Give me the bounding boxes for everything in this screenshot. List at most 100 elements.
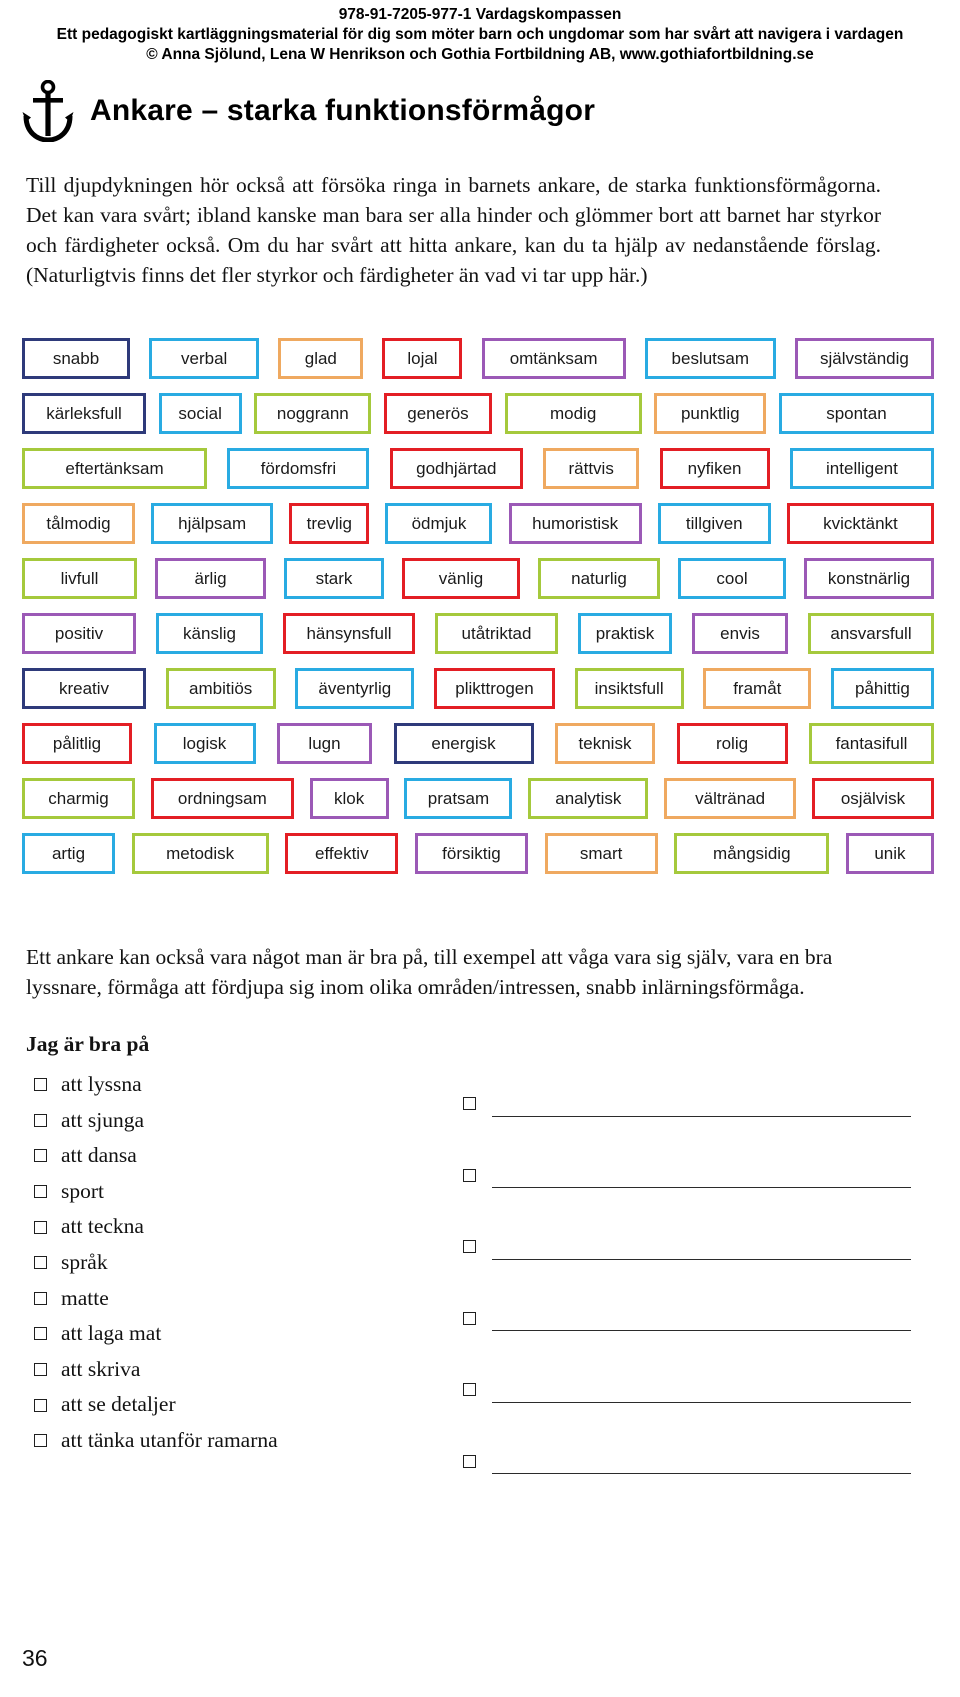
checklist-item[interactable]: sport	[26, 1174, 446, 1210]
word-box[interactable]: fantasifull	[809, 723, 934, 764]
word-box[interactable]: envis	[692, 613, 788, 654]
checkbox-icon[interactable]	[34, 1149, 47, 1163]
checklist-item[interactable]: matte	[26, 1281, 446, 1317]
checkbox-icon[interactable]	[34, 1256, 47, 1270]
word-box[interactable]: rolig	[676, 723, 788, 764]
word-box[interactable]: verbal	[149, 338, 260, 379]
word-box[interactable]: klok	[309, 778, 389, 819]
checkbox-icon[interactable]	[463, 1097, 476, 1111]
word-box[interactable]: snabb	[22, 338, 130, 379]
word-box[interactable]: hjälpsam	[151, 503, 274, 544]
write-in-line[interactable]	[492, 1389, 911, 1403]
word-box[interactable]: insiktsfull	[574, 668, 684, 709]
word-box[interactable]: glad	[278, 338, 364, 379]
word-box[interactable]: godhjärtad	[389, 448, 523, 489]
word-box[interactable]: spontan	[778, 393, 934, 434]
word-box[interactable]: ambitiös	[165, 668, 276, 709]
checklist-blank-row[interactable]	[455, 1426, 915, 1498]
word-box[interactable]: unik	[845, 833, 934, 874]
write-in-line[interactable]	[492, 1460, 911, 1475]
checkbox-icon[interactable]	[463, 1311, 476, 1325]
word-box[interactable]: framåt	[703, 668, 812, 709]
word-box[interactable]: pratsam	[404, 778, 513, 819]
checklist-item[interactable]: språk	[26, 1245, 446, 1281]
word-box[interactable]: hänsynsfull	[283, 613, 415, 654]
checklist-item[interactable]: att laga mat	[26, 1316, 446, 1352]
checkbox-icon[interactable]	[463, 1383, 476, 1397]
word-box[interactable]: kärleksfull	[22, 393, 146, 434]
word-box[interactable]: känslig	[156, 613, 263, 654]
checklist-blank-row[interactable]	[455, 1068, 915, 1140]
checkbox-icon[interactable]	[34, 1327, 47, 1341]
word-box[interactable]: fördomsfri	[227, 448, 370, 489]
write-in-line[interactable]	[492, 1246, 911, 1260]
word-box[interactable]: metodisk	[131, 833, 269, 874]
word-box[interactable]: konstnärlig	[804, 558, 934, 599]
checkbox-icon[interactable]	[463, 1240, 476, 1254]
word-box[interactable]: naturlig	[538, 558, 660, 599]
checklist-item[interactable]: att dansa	[26, 1138, 446, 1174]
word-box[interactable]: ärlig	[155, 558, 266, 599]
word-box[interactable]: pålitlig	[22, 723, 132, 764]
checklist-blank-row[interactable]	[455, 1211, 915, 1283]
word-box[interactable]: ödmjuk	[385, 503, 493, 544]
checkbox-icon[interactable]	[34, 1113, 47, 1127]
word-box[interactable]: vänlig	[402, 558, 520, 599]
word-box[interactable]: punktlig	[654, 393, 767, 434]
word-box[interactable]: noggrann	[254, 393, 372, 434]
word-box[interactable]: modig	[504, 393, 642, 434]
write-in-line[interactable]	[492, 1174, 911, 1189]
checkbox-icon[interactable]	[463, 1168, 476, 1182]
word-box[interactable]: lojal	[382, 338, 463, 379]
checklist-item[interactable]: att skriva	[26, 1352, 446, 1388]
checkbox-icon[interactable]	[34, 1220, 47, 1234]
word-box[interactable]: analytisk	[528, 778, 649, 819]
word-box[interactable]: tålmodig	[22, 503, 135, 544]
word-box[interactable]: kreativ	[22, 668, 146, 709]
word-box[interactable]: eftertänksam	[22, 448, 207, 489]
word-box[interactable]: försiktig	[414, 833, 528, 874]
checklist-item[interactable]: att lyssna	[26, 1067, 446, 1103]
checkbox-icon[interactable]	[34, 1363, 47, 1377]
word-box[interactable]: teknisk	[555, 723, 655, 764]
word-box[interactable]: tillgiven	[657, 503, 771, 544]
word-box[interactable]: ordningsam	[150, 778, 294, 819]
checkbox-icon[interactable]	[34, 1434, 47, 1448]
write-in-line[interactable]	[492, 1103, 911, 1117]
word-box[interactable]: praktisk	[578, 613, 672, 654]
word-box[interactable]: artig	[22, 833, 115, 874]
word-box[interactable]: kvicktänkt	[786, 503, 934, 544]
word-box[interactable]: utåtriktad	[435, 613, 558, 654]
checkbox-icon[interactable]	[34, 1185, 47, 1199]
word-box[interactable]: charmig	[22, 778, 135, 819]
checklist-item[interactable]: att tänka utanför ramarna	[26, 1423, 446, 1459]
word-box[interactable]: positiv	[22, 613, 136, 654]
word-box[interactable]: stark	[284, 558, 384, 599]
checkbox-icon[interactable]	[34, 1398, 47, 1412]
checklist-blank-row[interactable]	[455, 1354, 915, 1426]
checklist-blank-row[interactable]	[455, 1283, 915, 1355]
checkbox-icon[interactable]	[34, 1078, 47, 1092]
word-box[interactable]: rättvis	[543, 448, 640, 489]
word-box[interactable]: logisk	[153, 723, 256, 764]
checkbox-icon[interactable]	[463, 1454, 476, 1468]
word-box[interactable]: lugn	[277, 723, 372, 764]
word-box[interactable]: påhittig	[830, 668, 934, 709]
word-box[interactable]: social	[158, 393, 242, 434]
word-box[interactable]: smart	[544, 833, 658, 874]
word-box[interactable]: trevlig	[289, 503, 370, 544]
checklist-item[interactable]: att sjunga	[26, 1103, 446, 1139]
word-box[interactable]: beslutsam	[644, 338, 776, 379]
word-box[interactable]: generös	[383, 393, 492, 434]
word-box[interactable]: självständig	[794, 338, 934, 379]
word-box[interactable]: livfull	[22, 558, 137, 599]
word-box[interactable]: omtänksam	[481, 338, 626, 379]
checklist-item[interactable]: att teckna	[26, 1209, 446, 1245]
word-box[interactable]: plikttrogen	[433, 668, 555, 709]
write-in-line[interactable]	[492, 1317, 911, 1332]
word-box[interactable]: intelligent	[789, 448, 934, 489]
checklist-blank-row[interactable]	[455, 1140, 915, 1212]
word-box[interactable]: energisk	[393, 723, 534, 764]
checkbox-icon[interactable]	[34, 1291, 47, 1305]
checklist-item[interactable]: att se detaljer	[26, 1387, 446, 1423]
